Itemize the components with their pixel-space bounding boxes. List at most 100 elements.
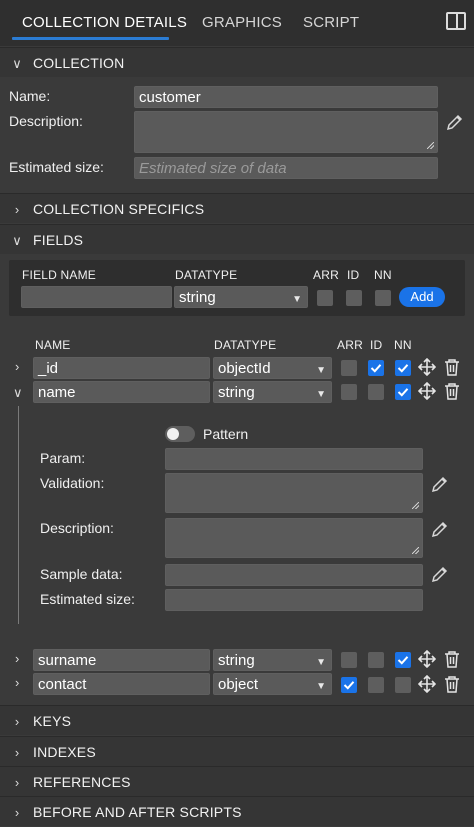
sample-data-label: Sample data: — [40, 566, 123, 582]
nn-header: NN — [374, 268, 392, 282]
field-id-checkbox[interactable] — [368, 384, 384, 400]
list-nn-header: NN — [394, 338, 412, 352]
section-title: BEFORE AND AFTER SCRIPTS — [33, 804, 242, 820]
field-nn-checkbox[interactable] — [395, 677, 411, 693]
field-arr-checkbox[interactable] — [341, 652, 357, 668]
new-field-id-checkbox[interactable] — [346, 290, 362, 306]
field-arr-checkbox[interactable] — [341, 360, 357, 376]
field-arr-checkbox[interactable] — [341, 384, 357, 400]
list-arr-header: ARR — [337, 338, 363, 352]
tab-collection-details[interactable]: COLLECTION DETAILS — [22, 14, 187, 31]
field-nn-checkbox[interactable] — [395, 652, 411, 668]
field-datatype-select[interactable]: string ▼ — [213, 649, 332, 671]
datatype-header: DATATYPE — [175, 268, 238, 282]
estimated-size-input[interactable]: Estimated size of data — [134, 157, 438, 179]
edit-pencil-icon[interactable] — [430, 519, 450, 539]
field-estimated-size-input[interactable] — [165, 589, 423, 611]
move-icon[interactable] — [418, 675, 436, 693]
id-header: ID — [347, 268, 360, 282]
field-datatype-select[interactable]: object ▼ — [213, 673, 332, 695]
param-input[interactable] — [165, 448, 423, 470]
move-icon[interactable] — [418, 358, 436, 376]
validation-textarea[interactable] — [165, 473, 423, 513]
estimated-size-label: Estimated size: — [9, 159, 104, 175]
trash-icon[interactable] — [444, 650, 460, 668]
trash-icon[interactable] — [444, 382, 460, 400]
trash-icon[interactable] — [444, 675, 460, 693]
new-field-name-input[interactable] — [21, 286, 172, 308]
chevron-down-icon: ∨ — [12, 56, 22, 71]
field-name-input[interactable]: _id — [33, 357, 210, 379]
expand-row-chevron-icon[interactable]: › — [15, 651, 19, 666]
section-title: REFERENCES — [33, 774, 131, 790]
edit-pencil-icon[interactable] — [445, 112, 465, 132]
trash-icon[interactable] — [444, 358, 460, 376]
field-nn-checkbox[interactable] — [395, 360, 411, 376]
move-icon[interactable] — [418, 382, 436, 400]
move-icon[interactable] — [418, 650, 436, 668]
tab-bar: COLLECTION DETAILS GRAPHICS SCRIPT — [0, 0, 474, 46]
description-textarea[interactable] — [165, 518, 423, 558]
list-name-header: NAME — [35, 338, 71, 352]
split-panel-icon[interactable] — [446, 12, 466, 30]
expand-row-chevron-icon[interactable]: › — [15, 675, 19, 690]
chevron-right-icon: › — [14, 805, 20, 820]
collection-description-textarea[interactable] — [134, 111, 438, 153]
expand-row-chevron-icon[interactable]: › — [15, 359, 19, 374]
field-name-input[interactable]: contact — [33, 673, 210, 695]
datatype-value: object — [218, 676, 259, 693]
param-label: Param: — [40, 450, 86, 466]
section-title: FIELDS — [33, 232, 84, 248]
section-collection-specifics[interactable]: › COLLECTION SPECIFICS — [0, 193, 474, 223]
active-tab-indicator — [12, 37, 169, 40]
dropdown-arrow-icon: ▼ — [316, 657, 326, 668]
dropdown-arrow-icon: ▼ — [316, 365, 326, 376]
section-references[interactable]: › REFERENCES — [0, 766, 474, 796]
chevron-right-icon: › — [14, 745, 20, 760]
description-label: Description: — [40, 520, 114, 536]
collapse-row-chevron-icon[interactable]: ∨ — [13, 385, 23, 401]
field-name-input[interactable]: name — [33, 381, 210, 403]
dropdown-arrow-icon: ▼ — [292, 294, 302, 305]
section-title: KEYS — [33, 713, 72, 729]
section-keys[interactable]: › KEYS — [0, 705, 474, 735]
datatype-value: string — [218, 652, 255, 669]
tab-graphics[interactable]: GRAPHICS — [202, 14, 282, 31]
new-field-nn-checkbox[interactable] — [375, 290, 391, 306]
edit-pencil-icon[interactable] — [430, 474, 450, 494]
pattern-label: Pattern — [203, 426, 249, 442]
datatype-value: objectId — [218, 360, 271, 377]
section-title: COLLECTION SPECIFICS — [33, 201, 205, 217]
validation-label: Validation: — [40, 475, 105, 491]
new-field-arr-checkbox[interactable] — [317, 290, 333, 306]
pattern-toggle[interactable] — [165, 426, 195, 442]
description-label: Description: — [9, 113, 83, 129]
field-nn-checkbox[interactable] — [395, 384, 411, 400]
field-datatype-select[interactable]: string ▼ — [213, 381, 332, 403]
field-id-checkbox[interactable] — [368, 360, 384, 376]
edit-pencil-icon[interactable] — [430, 564, 450, 584]
chevron-right-icon: › — [14, 775, 20, 790]
dropdown-arrow-icon: ▼ — [316, 681, 326, 692]
section-collection[interactable]: ∨ COLLECTION — [0, 47, 474, 77]
section-before-after-scripts[interactable]: › BEFORE AND AFTER SCRIPTS — [0, 796, 474, 826]
field-arr-checkbox[interactable] — [341, 677, 357, 693]
expanded-detail-guide — [18, 406, 19, 624]
tab-script[interactable]: SCRIPT — [303, 14, 359, 31]
new-field-datatype-select[interactable]: string ▼ — [174, 286, 308, 308]
add-field-button[interactable]: Add — [399, 287, 445, 307]
name-label: Name: — [9, 88, 51, 104]
section-title: INDEXES — [33, 744, 96, 760]
field-id-checkbox[interactable] — [368, 652, 384, 668]
field-name-input[interactable]: surname — [33, 649, 210, 671]
sample-data-input[interactable] — [165, 564, 423, 586]
list-datatype-header: DATATYPE — [214, 338, 277, 352]
section-fields[interactable]: ∨ FIELDS — [0, 224, 474, 254]
section-indexes[interactable]: › INDEXES — [0, 736, 474, 766]
field-name-header: FIELD NAME — [22, 268, 97, 282]
field-id-checkbox[interactable] — [368, 677, 384, 693]
estimated-size-label: Estimated size: — [40, 591, 135, 607]
field-datatype-select[interactable]: objectId ▼ — [213, 357, 332, 379]
chevron-right-icon: › — [14, 202, 20, 217]
collection-name-input[interactable]: customer — [134, 86, 438, 108]
